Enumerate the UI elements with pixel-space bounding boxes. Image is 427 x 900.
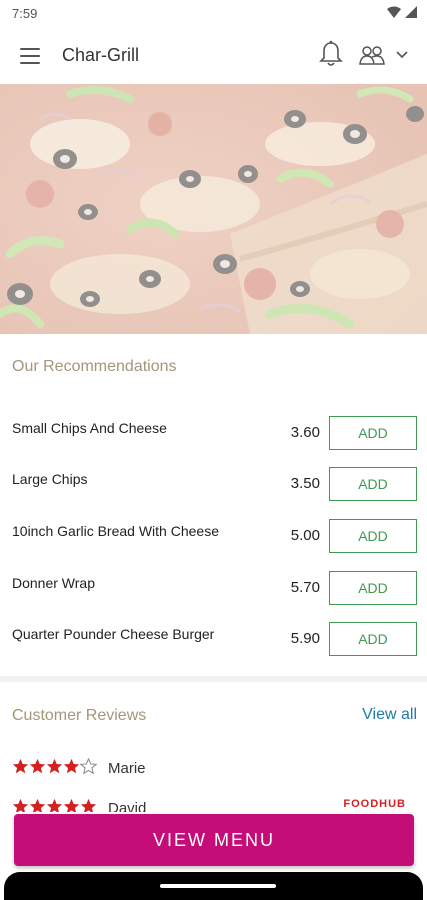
recommendations-title: Our Recommendations xyxy=(12,358,177,375)
item-price: 5.90 xyxy=(290,630,320,647)
reviewer-name: David xyxy=(108,800,147,812)
add-button[interactable]: ADD xyxy=(329,622,417,656)
star-filled-icon xyxy=(80,798,97,812)
people-icon[interactable] xyxy=(358,44,386,66)
star-filled-icon xyxy=(63,758,80,774)
add-button[interactable]: ADD xyxy=(329,571,417,605)
item-price: 5.00 xyxy=(290,527,320,544)
star-filled-icon xyxy=(29,758,46,774)
app-bar: Char-Grill xyxy=(0,28,427,84)
item-price: 5.70 xyxy=(290,579,320,596)
star-filled-icon xyxy=(46,798,63,812)
item-name: Small Chips And Cheese xyxy=(12,420,167,436)
review-row: Marie xyxy=(12,758,412,784)
bell-icon[interactable] xyxy=(318,40,344,68)
item-name: Large Chips xyxy=(12,471,88,487)
star-filled-icon xyxy=(12,798,29,812)
item-price: 3.50 xyxy=(290,475,320,492)
add-button[interactable]: ADD xyxy=(329,519,417,553)
recommendation-item: Small Chips And Cheese 3.60 ADD xyxy=(0,416,427,468)
app-title: Char-Grill xyxy=(62,45,140,65)
home-indicator[interactable] xyxy=(160,884,276,888)
add-button[interactable]: ADD xyxy=(329,467,417,501)
reviewer-name: Marie xyxy=(108,760,146,777)
section-divider xyxy=(0,676,427,682)
star-rating xyxy=(12,758,97,775)
add-button[interactable]: ADD xyxy=(329,416,417,450)
star-empty-icon xyxy=(80,758,97,775)
star-filled-icon xyxy=(29,798,46,812)
chevron-down-icon[interactable] xyxy=(396,50,408,60)
view-menu-button[interactable]: VIEW MENU xyxy=(14,814,414,866)
item-price: 3.60 xyxy=(290,424,320,441)
system-nav-bar xyxy=(4,872,423,900)
recommendation-item: Donner Wrap 5.70 ADD xyxy=(0,571,427,623)
review-source-badge: FOODHUB xyxy=(343,798,406,810)
star-rating xyxy=(12,798,97,812)
status-icons xyxy=(387,6,417,18)
star-filled-icon xyxy=(63,798,80,812)
menu-icon[interactable] xyxy=(20,48,40,64)
recommendation-item: 10inch Garlic Bread With Cheese 5.00 ADD xyxy=(0,519,427,571)
recommendation-item: Large Chips 3.50 ADD xyxy=(0,467,427,519)
star-filled-icon xyxy=(12,758,29,774)
wifi-icon xyxy=(387,6,401,18)
pizza-photo xyxy=(0,84,427,334)
recommendation-item: Quarter Pounder Cheese Burger 5.90 ADD xyxy=(0,622,427,674)
hero-image xyxy=(0,84,427,334)
signal-icon xyxy=(405,6,417,18)
item-name: Quarter Pounder Cheese Burger xyxy=(12,626,215,642)
status-bar: 7:59 xyxy=(0,0,427,28)
reviews-title: Customer Reviews xyxy=(12,707,147,724)
item-name: 10inch Garlic Bread With Cheese xyxy=(12,523,219,539)
item-name: Donner Wrap xyxy=(12,575,96,591)
view-all-link[interactable]: View all xyxy=(362,706,417,724)
review-row: David FOODHUB xyxy=(12,798,412,812)
status-time: 7:59 xyxy=(12,6,38,21)
star-filled-icon xyxy=(46,758,63,774)
